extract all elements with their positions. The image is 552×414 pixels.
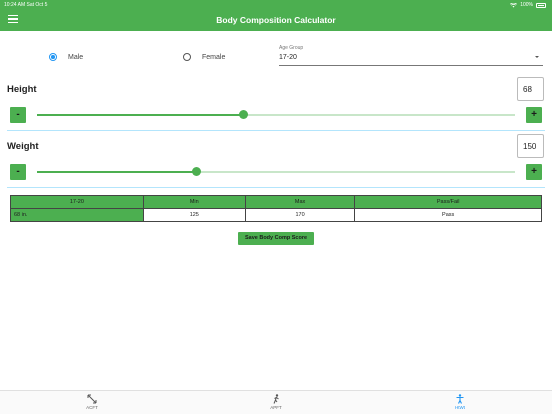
weight-value-input[interactable]: 150: [517, 134, 544, 158]
radio-male[interactable]: Male: [49, 53, 83, 61]
table-cell-min: 125: [142, 208, 246, 222]
slider-tick: [252, 171, 254, 173]
tab-acft[interactable]: ACFT: [62, 394, 122, 410]
weight-label: Weight: [7, 141, 39, 152]
chevron-down-icon[interactable]: [535, 56, 539, 58]
page-title: Body Composition Calculator: [216, 15, 336, 25]
slider-tick: [299, 171, 301, 173]
status-time-date: 10:24 AM Sat Oct 5: [4, 2, 48, 8]
weight-decrement-button[interactable]: -: [10, 164, 26, 180]
slider-fill: [37, 114, 244, 116]
table-row: 68 in. 125 170 Pass: [10, 208, 542, 222]
tab-acft-label: ACFT: [86, 405, 98, 410]
height-label: Height: [7, 84, 37, 95]
bottom-tab-bar: ACFT APFT HtWt: [0, 390, 552, 414]
app-header: 10:24 AM Sat Oct 5 100% Body Composition…: [0, 0, 552, 31]
slider-tick: [491, 114, 493, 116]
slider-thumb[interactable]: [191, 167, 201, 176]
slider-tick: [371, 171, 373, 173]
wifi-icon: [510, 2, 518, 7]
weight-increment-button[interactable]: +: [526, 164, 542, 180]
slider-tick: [467, 171, 469, 173]
radio-selected-icon[interactable]: [49, 53, 57, 61]
slider-tick: [419, 171, 421, 173]
slider-tick: [228, 171, 230, 173]
slider-tick: [371, 114, 373, 116]
runner-icon: [273, 394, 279, 404]
table-cell-max: 170: [244, 208, 356, 222]
tab-apft[interactable]: APFT: [246, 394, 306, 410]
height-decrement-button[interactable]: -: [10, 107, 26, 123]
slider-fill: [37, 171, 197, 173]
table-header-cell: Pass/Fail: [354, 195, 542, 209]
results-table: 17-20 Min Max Pass/Fail 68 in. 125 170 P…: [10, 195, 542, 222]
height-increment-button[interactable]: +: [526, 107, 542, 123]
table-header-cell: Min: [142, 195, 246, 209]
height-value-input[interactable]: 68: [517, 77, 544, 101]
slider-tick: [443, 171, 445, 173]
divider: [7, 130, 545, 131]
table-cell-pass-fail: Pass: [354, 208, 542, 222]
radio-female-label: Female: [202, 53, 226, 61]
table-cell-height: 68 in.: [10, 208, 144, 222]
person-icon: [456, 394, 464, 404]
divider: [7, 187, 545, 188]
status-right: 100%: [510, 2, 546, 8]
radio-male-label: Male: [68, 53, 84, 61]
slider-tick: [252, 114, 254, 116]
battery-icon: [536, 2, 546, 8]
slider-tick: [323, 114, 325, 116]
slider-tick: [276, 114, 277, 116]
tab-htwt-label: HtWt: [455, 405, 465, 410]
slider-tick: [395, 171, 397, 173]
age-group-label: Age Group: [279, 45, 304, 51]
slider-tick: [347, 114, 349, 116]
slider-tick: [467, 114, 469, 116]
height-slider[interactable]: [37, 109, 515, 121]
table-header-cell: 17-20: [10, 195, 144, 209]
slider-thumb[interactable]: [239, 110, 249, 119]
weight-slider[interactable]: [37, 166, 515, 178]
slider-tick: [347, 171, 349, 173]
slider-tick: [395, 114, 397, 116]
slider-tick: [276, 171, 277, 173]
age-group-value: 17-20: [279, 54, 297, 61]
radio-female[interactable]: Female: [183, 53, 225, 61]
tab-htwt[interactable]: HtWt: [430, 394, 490, 410]
radio-unselected-icon[interactable]: [183, 53, 191, 61]
slider-tick: [323, 171, 325, 173]
age-group-select[interactable]: Age Group 17-20: [279, 45, 543, 66]
slider-tick: [204, 171, 206, 173]
slider-tick: [299, 114, 301, 116]
battery-percent: 100%: [520, 2, 533, 8]
save-body-comp-button[interactable]: Save Body Comp Score: [238, 232, 314, 245]
slider-tick: [443, 114, 445, 116]
slider-tick: [491, 171, 493, 173]
arrows-icon: [87, 394, 97, 404]
slider-tick: [419, 114, 421, 116]
table-header-cell: Max: [244, 195, 356, 209]
tab-apft-label: APFT: [270, 405, 282, 410]
table-header-row: 17-20 Min Max Pass/Fail: [10, 195, 542, 209]
